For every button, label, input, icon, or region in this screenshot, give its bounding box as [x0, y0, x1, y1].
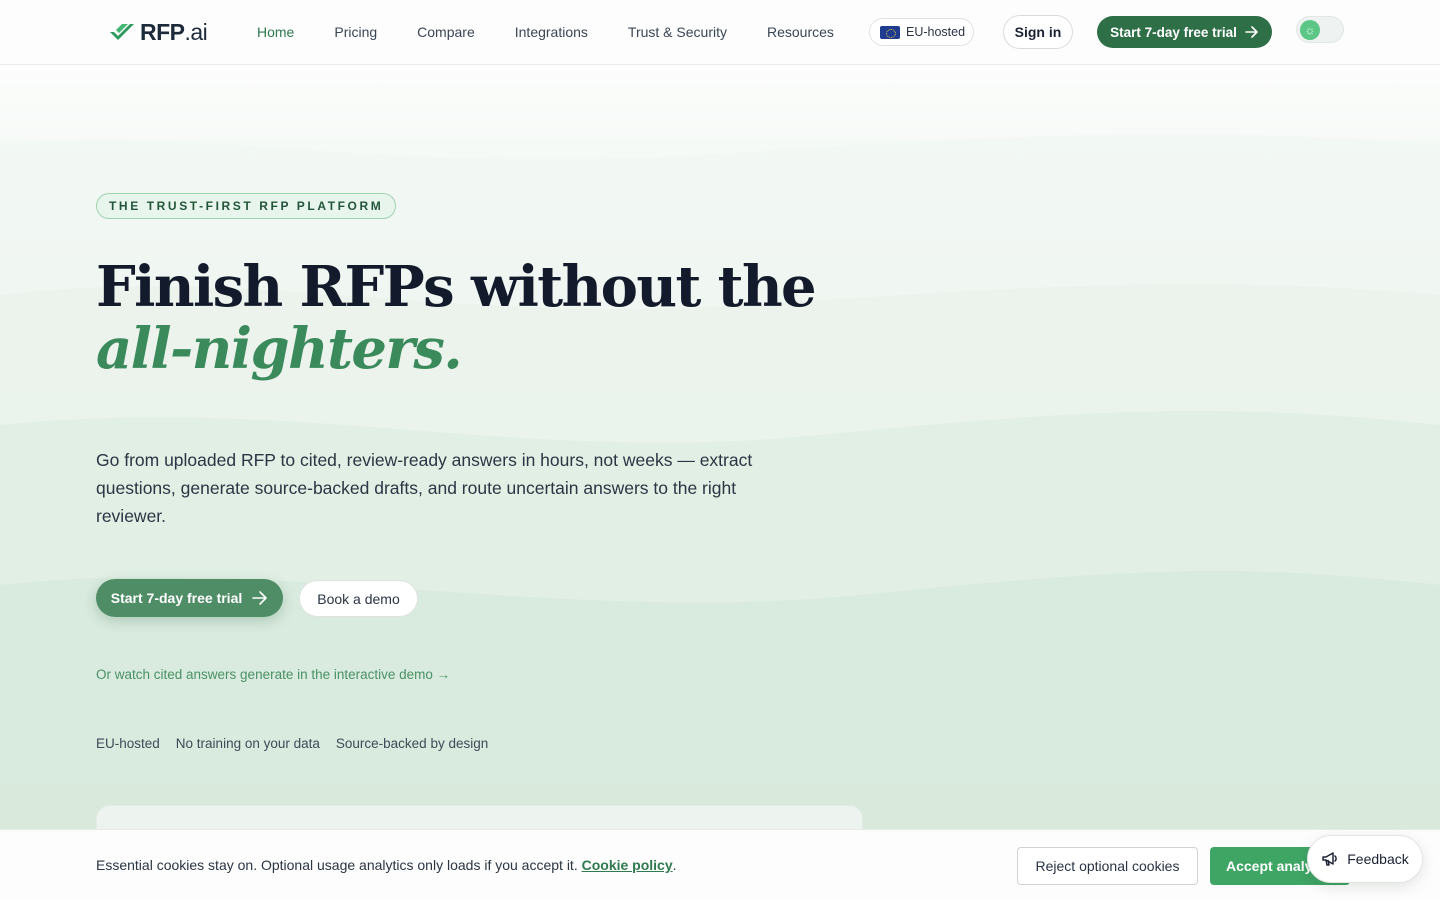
trust-item: EU-hosted [96, 736, 160, 751]
hero-trial-button[interactable]: Start 7-day free trial [96, 579, 283, 617]
cookie-text: Essential cookies stay on. Optional usag… [96, 857, 677, 873]
cookie-message: Essential cookies stay on. Optional usag… [96, 857, 578, 873]
eu-hosted-badge: EU-hosted [869, 18, 974, 46]
site-header: RFP.ai Home Pricing Compare Integrations… [0, 0, 1440, 65]
sun-icon: ☼ [1300, 20, 1320, 40]
megaphone-icon [1322, 852, 1338, 866]
feedback-label: Feedback [1347, 851, 1409, 867]
logo[interactable]: RFP.ai [108, 18, 208, 45]
eu-flag-icon [880, 25, 900, 39]
logo-text: RFP.ai [140, 18, 208, 45]
trust-indicators: EU-hosted No training on your data Sourc… [96, 736, 488, 751]
hero-headline: Finish RFPs without the all-nighters. [96, 254, 817, 382]
arrow-right-icon [252, 591, 268, 605]
main-nav: Home Pricing Compare Integrations Trust … [257, 22, 874, 42]
nav-pricing[interactable]: Pricing [334, 22, 377, 42]
header-trial-button[interactable]: Start 7-day free trial [1097, 16, 1272, 48]
nav-integrations[interactable]: Integrations [515, 22, 588, 42]
arrow-right-icon [1245, 26, 1258, 38]
trust-item: Source-backed by design [335, 736, 489, 751]
sign-in-button[interactable]: Sign in [1003, 15, 1073, 49]
book-demo-button[interactable]: Book a demo [299, 580, 418, 617]
logo-mark-icon [110, 24, 134, 40]
hero-trial-label: Start 7-day free trial [110, 590, 243, 606]
nav-resources[interactable]: Resources [767, 22, 834, 42]
nav-compare[interactable]: Compare [417, 22, 475, 42]
headline-line-2: all-nighters. [96, 316, 463, 382]
theme-toggle[interactable]: ☼ [1296, 16, 1344, 43]
cookie-banner: Essential cookies stay on. Optional usag… [0, 829, 1440, 900]
cookie-policy-link[interactable]: Cookie policy [582, 857, 673, 873]
header-trial-label: Start 7-day free trial [1110, 24, 1237, 40]
hero-subheadline: Go from uploaded RFP to cited, review-re… [96, 450, 753, 526]
nav-home[interactable]: Home [257, 22, 294, 42]
reject-cookies-button[interactable]: Reject optional cookies [1017, 847, 1198, 885]
hero-eyebrow: THE TRUST-FIRST RFP PLATFORM [96, 193, 397, 219]
headline-line-1: Finish RFPs without the [96, 254, 817, 320]
feedback-button[interactable]: Feedback [1307, 835, 1423, 883]
nav-trust-security[interactable]: Trust & Security [628, 22, 727, 42]
trust-item: No training on your data [175, 736, 320, 751]
eu-hosted-label: EU-hosted [906, 25, 966, 39]
interactive-demo-link[interactable]: Or watch cited answers generate in the i… [96, 667, 450, 682]
cookie-period: . [672, 857, 677, 873]
